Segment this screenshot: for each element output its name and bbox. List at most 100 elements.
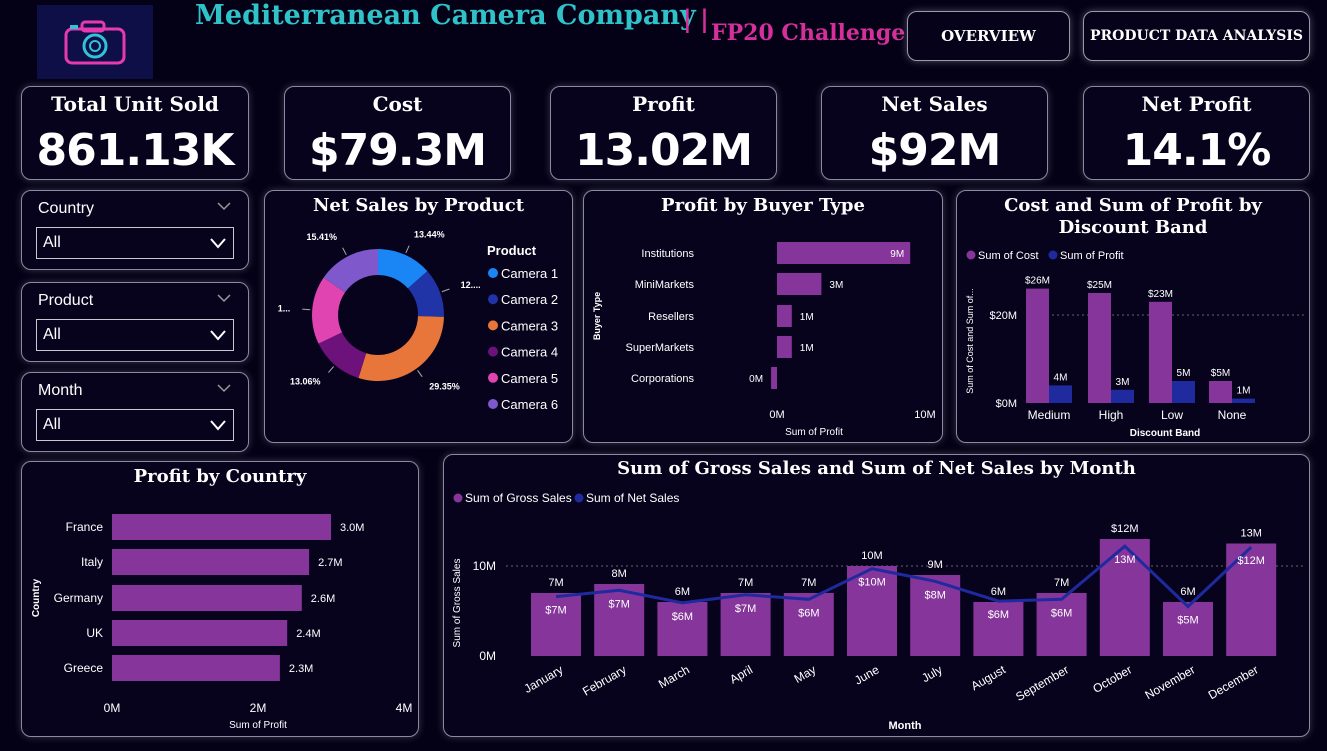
chevron-down-icon xyxy=(210,330,226,341)
x-axis-title: Sum of Profit xyxy=(229,720,287,731)
data-label: 4M xyxy=(1054,372,1068,383)
slicer-label: Month xyxy=(38,382,83,399)
bar xyxy=(1111,389,1134,403)
bar xyxy=(1232,398,1255,403)
slicer-country: Country All xyxy=(21,190,249,270)
page-title: Mediterranean Camera Company xyxy=(195,0,696,31)
x-tick-label: April xyxy=(727,662,755,686)
bar xyxy=(1026,288,1049,403)
x-tick-label: 2M xyxy=(250,701,267,715)
x-tick-label: November xyxy=(1143,662,1198,702)
bar-chart: Country France 3.0M Italy 2.7M Germany 2.6M UK 2… xyxy=(31,514,413,731)
data-label: 1M xyxy=(800,343,814,354)
bar xyxy=(1172,381,1195,403)
combo-chart: Sum of Gross Sales Sum of Net Sales Sum of… xyxy=(452,491,1304,732)
data-label: 2.4M xyxy=(296,628,320,640)
data-label: 2.7M xyxy=(318,557,342,569)
legend-title: Product xyxy=(487,243,537,258)
leader-line xyxy=(417,370,423,378)
kpi-value: 861.13K xyxy=(36,125,235,176)
chevron-down-icon[interactable] xyxy=(216,201,232,211)
slice-label: 12.... xyxy=(461,280,481,290)
kpi-title: Net Sales xyxy=(881,92,988,116)
data-label: $25M xyxy=(1087,280,1112,291)
legend-label: Camera 1 xyxy=(501,266,558,281)
legend-label: Sum of Profit xyxy=(1060,250,1124,262)
y-tick-label: MiniMarkets xyxy=(635,279,695,291)
camera-icon xyxy=(64,20,126,65)
kpi-title: Profit xyxy=(632,92,695,116)
x-tick-label: May xyxy=(792,662,819,685)
x-tick-label: December xyxy=(1206,662,1261,702)
data-label: 9M xyxy=(928,559,943,571)
x-tick-label: 4M xyxy=(396,701,413,715)
legend-marker xyxy=(966,250,976,260)
legend-marker xyxy=(488,346,498,357)
data-label: 7M xyxy=(548,577,563,589)
y-axis-title: Sum of Gross Sales xyxy=(452,559,463,648)
chevron-down-icon xyxy=(210,238,226,249)
y-tick-label: Institutions xyxy=(641,248,694,260)
data-label: $12M xyxy=(1111,523,1139,535)
data-label: 2.3M xyxy=(289,663,313,675)
y-tick-label: $20M xyxy=(989,310,1017,322)
y-tick-label: 10M xyxy=(473,559,496,573)
x-tick-label: None xyxy=(1218,408,1247,422)
line-data-label: $7M xyxy=(735,603,756,615)
data-label: 8M xyxy=(612,568,627,580)
legend-label: Camera 3 xyxy=(501,318,558,333)
leader-line xyxy=(328,366,334,373)
x-tick-label: Medium xyxy=(1028,408,1071,422)
bar xyxy=(1049,385,1072,403)
bar xyxy=(1209,381,1232,403)
data-label: $5M xyxy=(1211,368,1230,379)
kpi-card-cost: Cost $79.3M xyxy=(284,86,511,180)
bar-chart: Buyer Type Institutions 9M MiniMarkets 3M Res… xyxy=(592,242,936,438)
legend-label: Camera 6 xyxy=(501,397,558,412)
chart-gross-net-sales-by-month: Sum of Gross Sales and Sum of Net Sales … xyxy=(443,454,1310,737)
line-data-label: $7M xyxy=(608,598,629,610)
product-data-analysis-button[interactable]: PRODUCT DATA ANALYSIS xyxy=(1083,11,1310,61)
page-subtitle: FP20 Challenge xyxy=(711,20,906,46)
chevron-down-icon[interactable] xyxy=(216,293,232,303)
dropdown-value: All xyxy=(43,416,61,433)
bar xyxy=(783,593,834,656)
line-data-label: $6M xyxy=(798,607,819,619)
title-separator: | | xyxy=(683,4,709,33)
data-label: $23M xyxy=(1148,289,1173,300)
x-tick-label: 0M xyxy=(769,409,784,421)
data-label: 1M xyxy=(800,312,814,323)
x-tick-label: High xyxy=(1099,408,1124,422)
bar xyxy=(112,655,280,681)
line-data-label: $6M xyxy=(1051,607,1072,619)
y-tick-label: France xyxy=(66,520,104,534)
overview-button[interactable]: OVERVIEW xyxy=(907,11,1070,61)
legend-marker xyxy=(1048,250,1058,260)
chevron-down-icon[interactable] xyxy=(216,383,232,393)
bar xyxy=(1163,602,1213,656)
leader-line xyxy=(405,245,410,254)
line-data-label: $7M xyxy=(545,605,566,617)
data-label: 5M xyxy=(1177,368,1191,379)
data-label: 3M xyxy=(829,280,843,291)
donut-slice xyxy=(358,316,444,381)
line-data-label: $8M xyxy=(924,589,945,601)
data-label: 7M xyxy=(801,577,816,589)
product-dropdown[interactable]: All xyxy=(36,319,234,351)
legend-label: Camera 5 xyxy=(501,371,558,386)
logo xyxy=(37,5,153,79)
slice-label: 29.35% xyxy=(429,382,460,392)
month-dropdown[interactable]: All xyxy=(36,409,234,441)
kpi-value: 13.02M xyxy=(575,125,753,176)
country-dropdown[interactable]: All xyxy=(36,227,234,259)
data-label: 6M xyxy=(675,586,690,598)
clustered-bar-chart: Sum of Cost Sum of Profit Sum of Cost and … xyxy=(965,250,1305,439)
slice-label: 13.06% xyxy=(290,377,321,387)
bar xyxy=(112,549,310,575)
bar xyxy=(112,620,288,646)
data-label: 7M xyxy=(1054,577,1069,589)
data-label: 3M xyxy=(1116,377,1130,388)
data-label: 1M xyxy=(1237,386,1251,397)
legend-label: Camera 4 xyxy=(501,345,558,360)
y-tick-label: Italy xyxy=(81,555,103,569)
